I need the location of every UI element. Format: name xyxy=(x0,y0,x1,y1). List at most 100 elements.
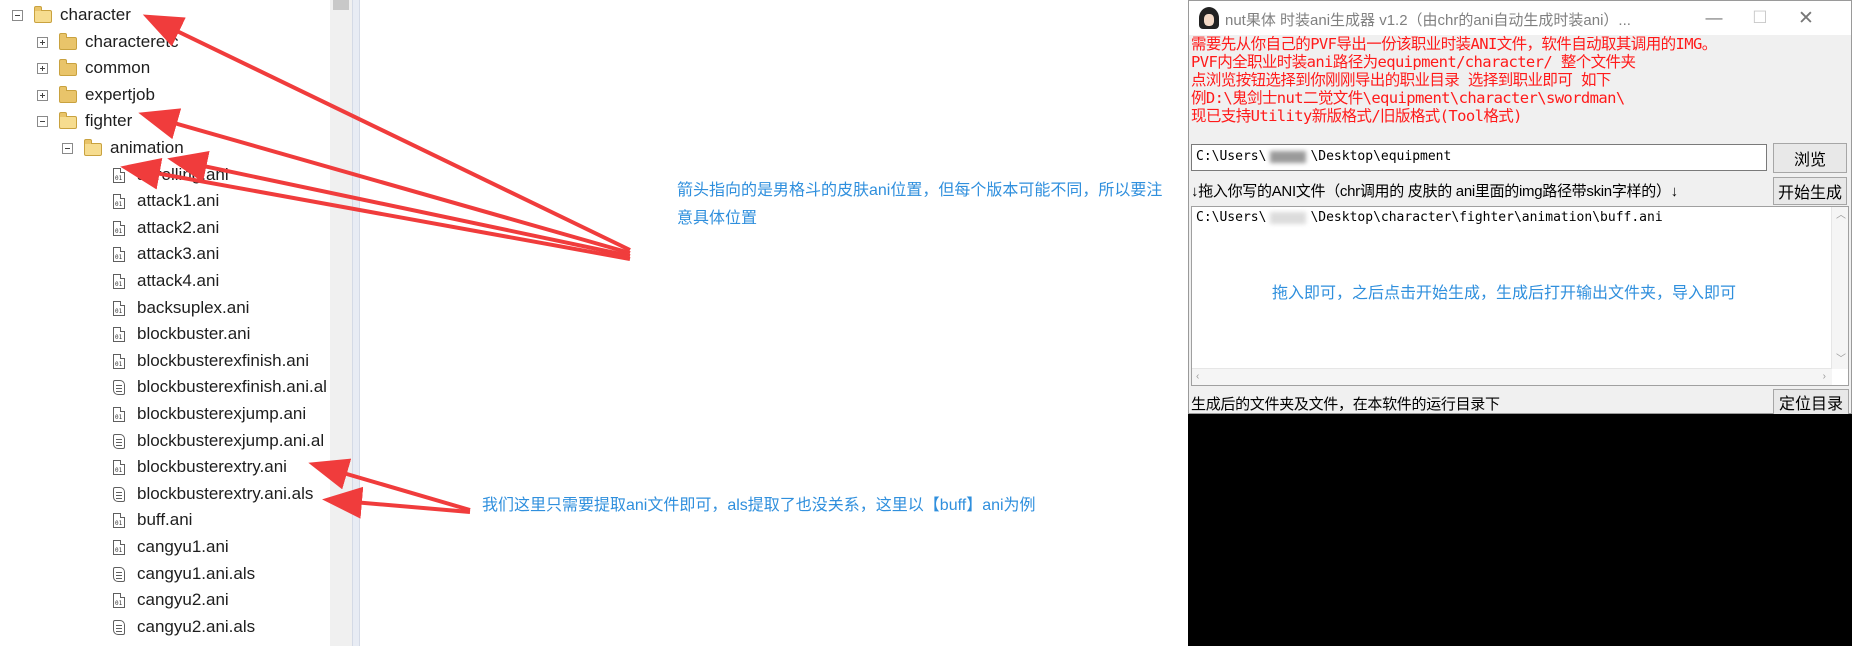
drop-area-vertical-scrollbar[interactable]: ︿ ﹀ xyxy=(1831,207,1848,369)
file-tree-panel: character characteretc common expertjob figh… xyxy=(0,0,460,646)
tree-item-label: character xyxy=(60,5,131,24)
screenshot-scene: character characteretc common expertjob figh… xyxy=(0,0,1852,646)
tree-item-label: attack3.ani xyxy=(137,244,220,264)
maximize-button[interactable]: ☐ xyxy=(1737,1,1783,35)
tree-item[interactable]: blockbusterexfinish.ani.al xyxy=(0,374,330,400)
tree-item-label: blockbusterextry.ani.als xyxy=(137,483,314,503)
redacted-username xyxy=(1270,150,1307,163)
drop-area-horizontal-scrollbar[interactable]: ‹ › xyxy=(1192,368,1832,385)
locate-folder-button[interactable]: 定位目录 xyxy=(1773,389,1849,415)
tree-item[interactable]: character xyxy=(0,2,330,28)
tree-item[interactable]: cangyu2.ani.als xyxy=(0,614,330,640)
als-file-icon xyxy=(113,566,125,582)
tree-item-label: blockbusterexfinish.ani.al xyxy=(137,377,327,397)
tree-item[interactable]: characteretc xyxy=(0,29,330,55)
tree-item[interactable]: cangyu2.ani xyxy=(0,587,330,613)
instruction-line: 需要先从你自己的PVF导出一份该职业时装ANI文件，软件自动取其调用的IMG。 xyxy=(1191,35,1717,53)
tree-item[interactable]: attack4.ani xyxy=(0,268,330,294)
tree-item-label: expertjob xyxy=(85,84,155,104)
minimize-button[interactable]: — xyxy=(1691,1,1737,35)
tree-item[interactable]: cangyu1.ani.als xyxy=(0,561,330,587)
ani-file-icon xyxy=(113,300,125,316)
scroll-up-icon[interactable]: ︿ xyxy=(1836,211,1846,221)
tree-item-label: fighter xyxy=(85,111,133,131)
als-file-icon xyxy=(113,486,125,502)
tree-item[interactable]: blockbusterexjump.ani xyxy=(0,401,330,427)
expand-icon[interactable] xyxy=(37,89,48,101)
drop-path-prefix: C:\Users\ xyxy=(1196,210,1267,225)
close-button[interactable]: ✕ xyxy=(1783,1,1829,35)
tree-item[interactable]: expertjob xyxy=(0,82,330,108)
tree-item[interactable]: buff.ani xyxy=(0,507,330,533)
folder-open-icon xyxy=(59,112,77,130)
scroll-left-icon[interactable]: ‹ xyxy=(1196,372,1199,382)
panel-divider[interactable] xyxy=(352,0,360,646)
tree-item[interactable]: backsuplex.ani xyxy=(0,295,330,321)
tree-item[interactable]: blockbusterextry.ani.als xyxy=(0,481,330,507)
tree-item-label: cangyu1.ani xyxy=(137,537,229,556)
folder-open-icon xyxy=(84,139,102,156)
tree-item-label: cangyu2.ani xyxy=(137,590,229,610)
drop-area-annotation: 拖入即可，之后点击开始生成，生成后打开输出文件夹，导入即可 xyxy=(1272,285,1737,302)
tree-item-label: attack1.ani xyxy=(137,191,220,211)
drop-path-suffix: \Desktop\character\fighter\animation\buf… xyxy=(1310,210,1663,225)
expand-icon[interactable] xyxy=(37,36,48,48)
tree-item[interactable]: blockbusterexjump.ani.al xyxy=(0,428,330,454)
ani-file-icon xyxy=(113,407,125,422)
als-file-icon xyxy=(113,619,125,635)
ani-file-icon xyxy=(113,593,125,609)
tree-item-label: blockbusterexfinish.ani xyxy=(137,350,309,370)
tree-item-label: backsuplex.ani xyxy=(137,297,250,317)
tree-item[interactable]: attack1.ani xyxy=(0,188,330,214)
tree-item[interactable]: fighter xyxy=(0,108,330,134)
tree-item-label: blockbusterexjump.ani xyxy=(137,404,307,423)
generator-window: nut果体 时装ani生成器 v1.2（由chr的ani自动生成时装ani）..… xyxy=(1188,0,1852,415)
window-title: nut果体 时装ani生成器 v1.2（由chr的ani自动生成时装ani）..… xyxy=(1225,12,1631,29)
folder-path-input[interactable]: C:\Users\ \Desktop\equipment xyxy=(1191,144,1767,171)
ani-drop-area[interactable]: C:\Users\ \Desktop\character\fighter\anim… xyxy=(1191,206,1849,386)
als-file-icon xyxy=(113,433,125,449)
tree-item[interactable]: common xyxy=(0,55,330,81)
expand-icon[interactable] xyxy=(37,63,48,75)
tree-item[interactable]: animation xyxy=(0,135,330,161)
ani-file-icon xyxy=(113,327,125,343)
tree-item[interactable]: attack3.ani xyxy=(0,241,330,267)
instruction-line: 点浏览按钮选择到你刚刚导出的职业目录 选择到职业即可 如下 xyxy=(1191,71,1611,89)
tree-item-label: airrolling.ani xyxy=(137,164,229,184)
tree-item-label: attack2.ani xyxy=(137,217,220,237)
ani-file-icon xyxy=(113,194,125,210)
tree-item[interactable]: blockbusterextry.ani xyxy=(0,454,330,480)
title-bar[interactable]: nut果体 时装ani生成器 v1.2（由chr的ani自动生成时装ani）..… xyxy=(1189,1,1851,35)
drop-hint-label: ↓拖入你写的ANI文件（chr调用的 皮肤的 ani里面的img路径带skin字… xyxy=(1191,183,1678,200)
scroll-right-icon[interactable]: › xyxy=(1823,372,1826,382)
ani-file-icon xyxy=(113,513,125,529)
tree-scroll-thumb[interactable] xyxy=(333,0,349,10)
ani-file-icon xyxy=(113,460,125,476)
start-generate-button[interactable]: 开始生成 xyxy=(1773,177,1847,205)
ani-file-icon xyxy=(113,353,125,369)
tree-item[interactable]: blockbusterexfinish.ani xyxy=(0,348,330,374)
tree-item-label: blockbusterextry.ani xyxy=(137,457,287,477)
instructions-text: 需要先从你自己的PVF导出一份该职业时装ANI文件，软件自动取其调用的IMG。 … xyxy=(1191,35,1851,125)
tree-item-label: cangyu1.ani.als xyxy=(137,563,256,583)
path-suffix: \Desktop\equipment xyxy=(1310,149,1452,164)
tree-item[interactable]: cangyu1.ani xyxy=(0,534,330,560)
dropped-file-path: C:\Users\ \Desktop\character\fighter\anim… xyxy=(1196,210,1663,225)
collapse-icon[interactable] xyxy=(12,10,23,21)
folder-open-icon xyxy=(34,6,52,23)
browse-button[interactable]: 浏览 xyxy=(1773,143,1847,173)
tree-scrollbar[interactable] xyxy=(330,0,352,646)
folder-icon xyxy=(59,85,77,103)
status-label: 生成后的文件夹及文件，在本软件的运行目录下 xyxy=(1191,396,1500,413)
collapse-icon[interactable] xyxy=(62,143,73,154)
ani-file-icon xyxy=(113,247,125,263)
ani-file-icon xyxy=(113,220,125,236)
tree-item[interactable]: airrolling.ani xyxy=(0,162,330,188)
scroll-down-icon[interactable]: ﹀ xyxy=(1836,355,1846,365)
redacted-username xyxy=(1270,211,1307,224)
tree-item[interactable]: attack2.ani xyxy=(0,215,330,241)
collapse-icon[interactable] xyxy=(37,116,48,128)
instruction-line: PVF内全职业时装ani路径为equipment/character/ 整个文件… xyxy=(1191,53,1636,71)
tree-item-label: attack4.ani xyxy=(137,271,220,290)
tree-item[interactable]: blockbuster.ani xyxy=(0,321,330,347)
